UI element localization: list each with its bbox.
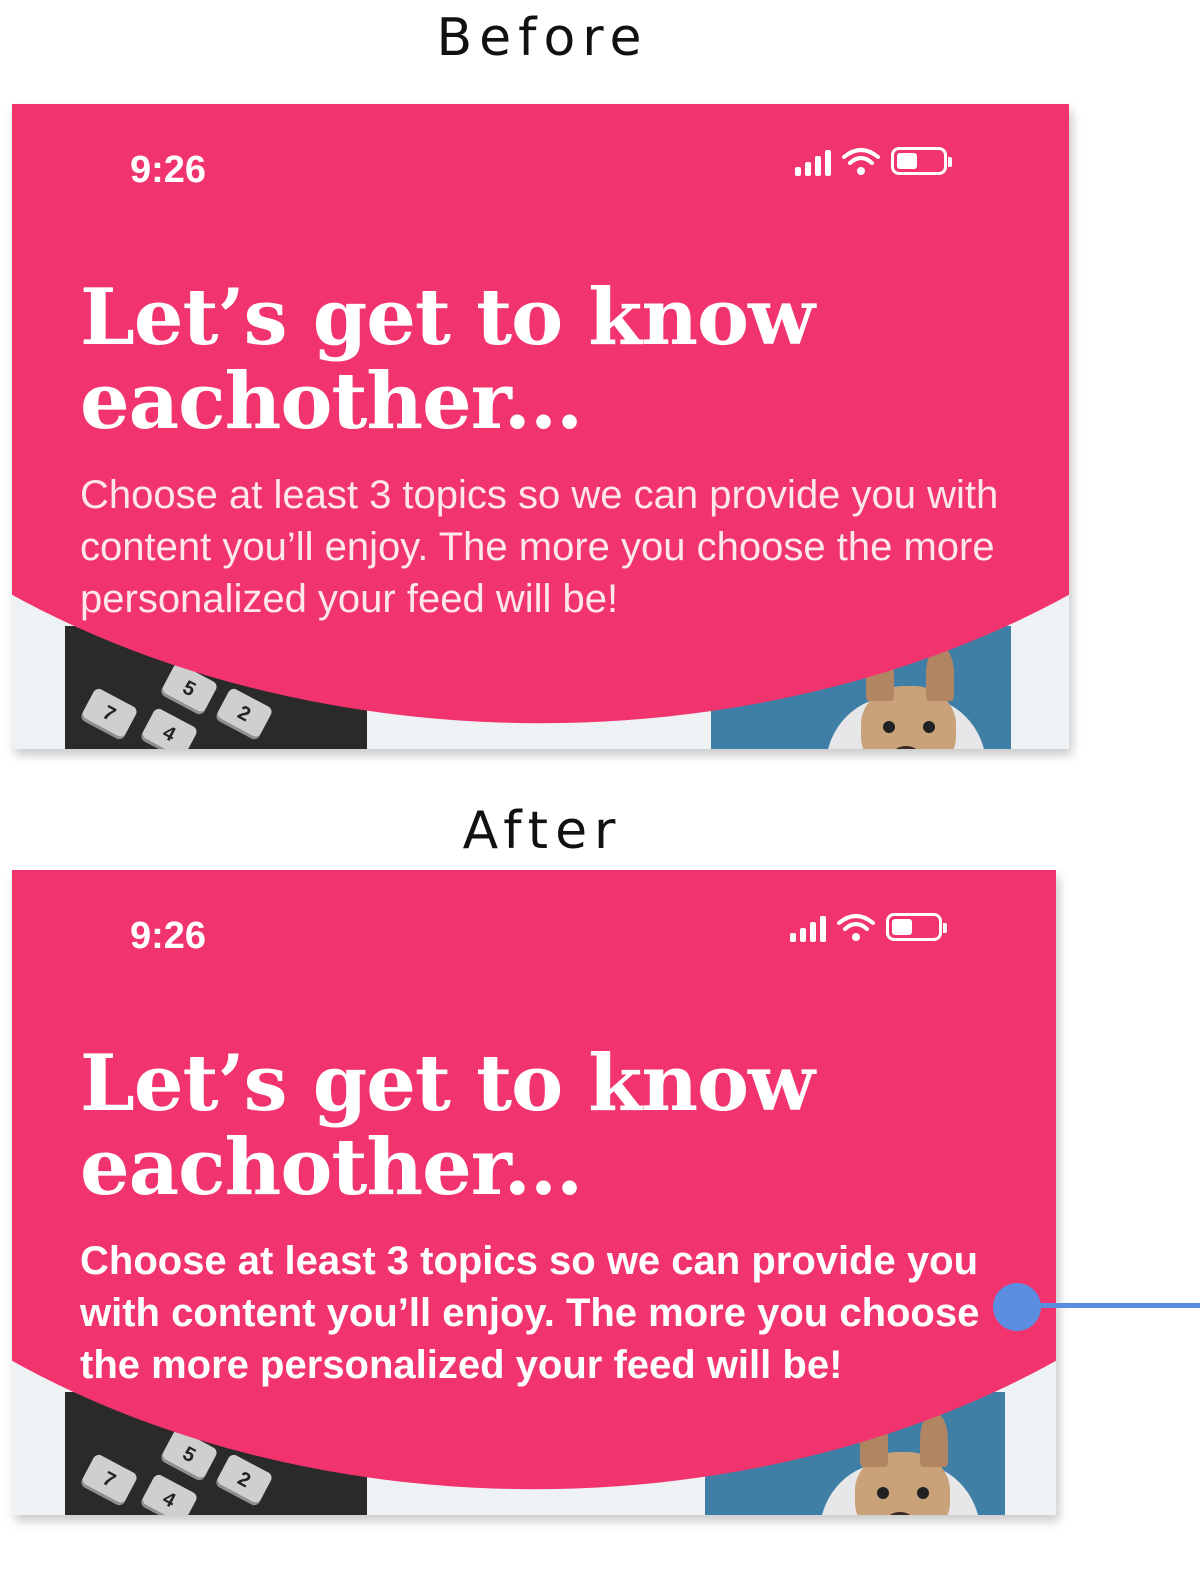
page-title-line: eachother...	[80, 356, 583, 447]
intro-text: Choose at least 3 topics so we can provi…	[80, 1239, 980, 1387]
keypad-key: 2	[214, 686, 274, 742]
intro-text: Choose at least 3 topics so we can provi…	[80, 473, 999, 621]
dog-eye	[883, 721, 895, 733]
battery-icon	[886, 913, 947, 941]
page-title: Let’s get to know eachother...	[80, 1042, 980, 1210]
keypad-key: 7	[79, 686, 139, 742]
before-screen: 7 4 5 2 3 9:26 Let’s get to know eachoth…	[12, 104, 1069, 749]
status-time: 9:26	[130, 915, 207, 957]
cellular-signal-icon	[795, 146, 831, 176]
dog-eye	[917, 1487, 929, 1499]
annotation-leader-line	[1038, 1303, 1200, 1308]
status-icons	[790, 912, 947, 942]
before-label: Before	[436, 8, 649, 68]
dog-eye	[877, 1487, 889, 1499]
keypad-key: 7	[79, 1452, 139, 1508]
status-icons	[795, 146, 952, 176]
annotation-marker	[993, 1283, 1041, 1331]
wifi-icon	[842, 148, 880, 175]
status-time: 9:26	[130, 149, 207, 191]
page-title: Let’s get to know eachother...	[80, 276, 980, 444]
page-title-line: Let’s get to know	[80, 272, 815, 363]
after-screen: 7 4 5 2 3 9:26 Let’s get to know eachoth…	[12, 870, 1056, 1515]
keypad-key: 4	[139, 1472, 199, 1515]
keypad-key: 2	[214, 1452, 274, 1508]
after-label: After	[462, 801, 623, 861]
wifi-icon	[837, 914, 875, 941]
cellular-signal-icon	[790, 912, 826, 942]
battery-icon	[891, 147, 952, 175]
page-title-line: Let’s get to know	[80, 1038, 815, 1129]
page-title-line: eachother...	[80, 1122, 583, 1213]
dog-eye	[923, 721, 935, 733]
keypad-key: 4	[139, 706, 199, 749]
